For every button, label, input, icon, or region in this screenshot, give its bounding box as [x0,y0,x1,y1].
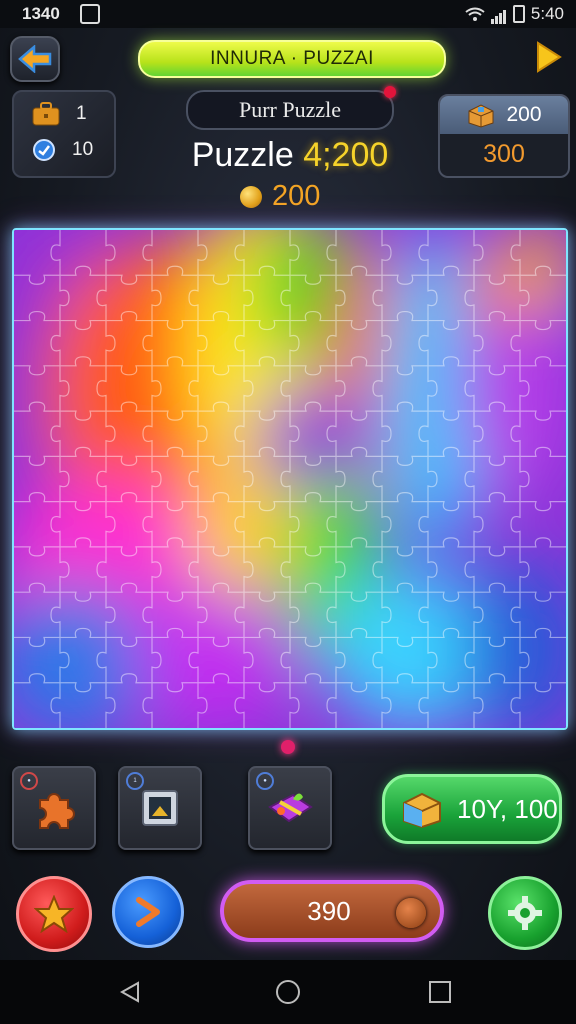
wifi-icon [465,7,485,21]
box-panel-top: 200 [440,96,568,134]
bag-stat: 1 [32,102,87,126]
tokens-stat: 10 [32,138,93,162]
gift-icon [268,793,313,823]
tool-badge: 1 [126,772,144,790]
battery-icon [512,5,525,23]
system-nav-bar [0,960,576,1024]
gear-icon [508,896,542,930]
nav-home-icon[interactable] [274,978,302,1006]
jigsaw-grid [14,230,566,728]
signal-icon [490,4,507,24]
puzzle-score: 4;200 [303,136,389,174]
chevron-right-icon [136,897,160,927]
tool-badge: ● [20,772,38,790]
box-bottom-value: 300 [483,139,525,168]
progress-pill[interactable]: 390 [220,880,444,942]
stats-panel: 1 10 [12,90,116,178]
status-time-right: 5:40 [530,4,564,23]
box-top-value: 200 [506,103,542,126]
settings-button[interactable] [488,876,562,950]
tool-gift[interactable]: ● [248,766,332,850]
notification-dot [384,86,396,98]
status-right: 5:40 [465,4,564,24]
tool-puzzle-piece[interactable]: ● [12,766,96,850]
game-title-bar: INNURA · PUZZAI [138,40,446,78]
puzzle-board[interactable] [12,228,568,730]
treasure-box-icon [403,792,441,829]
tokens-value: 10 [72,139,94,160]
coin-counter: 200 [240,180,320,213]
nav-recents-icon[interactable] [428,980,452,1004]
bag-count: 1 [76,103,87,124]
coin-icon [240,185,262,208]
status-time-left: 1340 [22,4,60,23]
next-button[interactable] [112,876,184,948]
play-arrow-icon [537,41,562,73]
nav-back-icon[interactable] [118,980,142,1004]
briefcase-icon [32,102,60,126]
puzzle-label: Puzzle [191,136,294,174]
frame-icon [142,790,178,826]
puzzle-title: Puzzle 4;200 [160,136,420,175]
play-button[interactable] [526,36,570,78]
back-button[interactable] [10,36,60,82]
star-icon [34,895,74,933]
token-icon [33,139,55,161]
reward-button[interactable]: 10Y, 100 [382,774,562,844]
box-panel[interactable]: 200 300 [438,94,570,178]
box-icon [468,104,494,128]
star-button[interactable] [16,876,92,952]
back-arrow-icon [18,45,52,73]
coin-value: 200 [272,180,321,212]
jigsaw-lines [14,230,566,728]
gallery-icon [80,4,100,24]
tool-frame[interactable]: 1 [118,766,202,850]
tool-badge: ● [256,772,274,790]
status-bar: 1340 5:40 [0,0,576,28]
puzzle-name-pill: Purr Puzzle [186,90,394,130]
reward-label: 10Y, 100 [457,793,558,824]
progress-knob[interactable] [396,898,426,928]
puzzle-piece-icon [39,793,75,829]
page-indicator-dot [281,740,295,754]
